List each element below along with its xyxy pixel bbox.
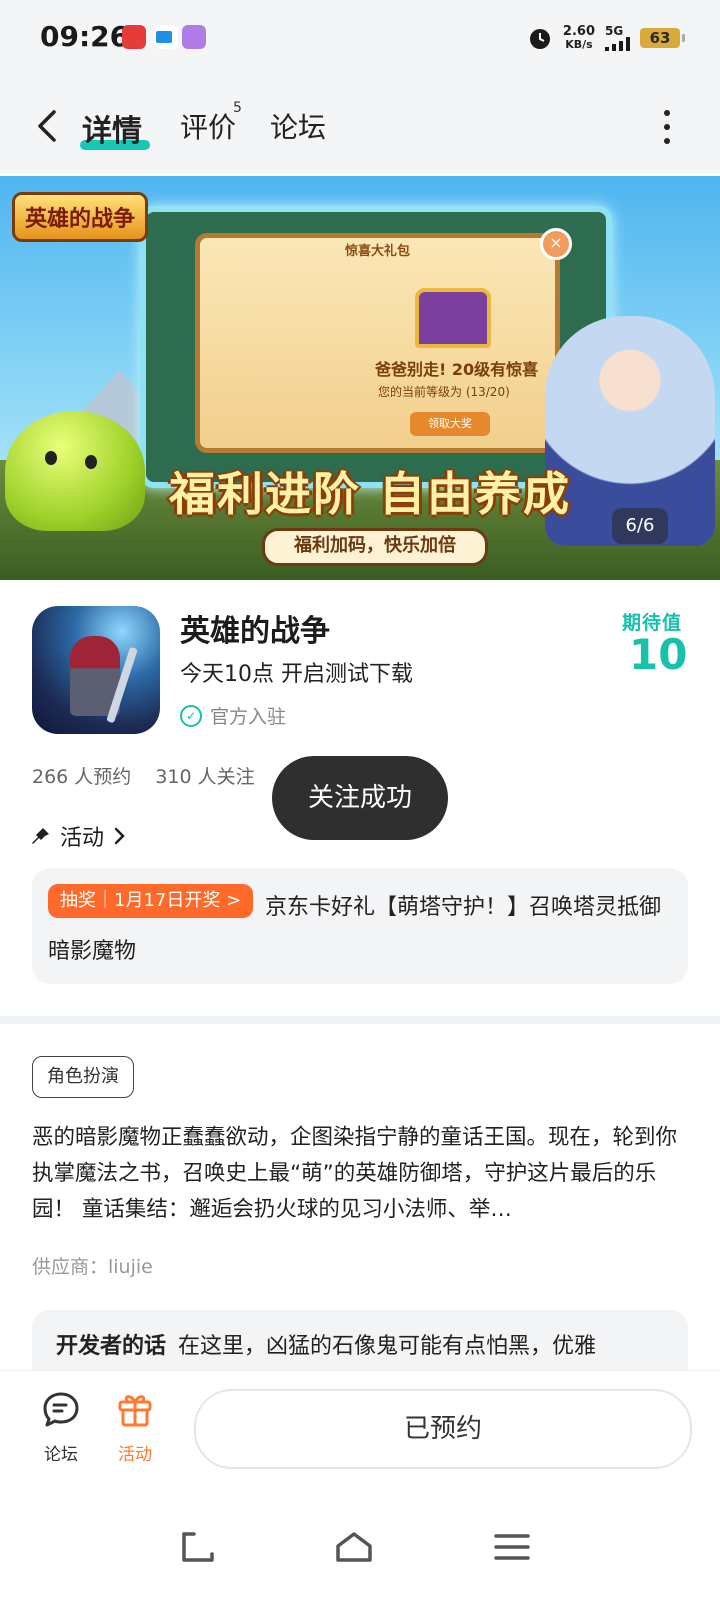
activity-action[interactable]: 活动 — [100, 1389, 170, 1465]
top-nav: 详情 评价 5 论坛 — [0, 78, 720, 174]
alarm-icon — [529, 29, 550, 49]
net-speed-value: 2.60 — [562, 24, 595, 39]
developer-note: 开发者的话 在这里，凶猛的石像鬼可能有点怕黑，优雅 — [56, 1328, 596, 1360]
menu-nav-icon[interactable] — [492, 1530, 532, 1564]
supplier-info: 供应商：liujie — [32, 1256, 153, 1278]
forum-action[interactable]: 论坛 — [26, 1389, 96, 1465]
app-subtitle: 今天10点 开启测试下载 — [180, 662, 413, 687]
app-name: 英雄的战争 — [180, 614, 330, 649]
chevron-right-icon — [114, 827, 125, 845]
popup-line1: 爸爸别走! 20级有惊喜 — [375, 360, 539, 379]
back-icon[interactable] — [30, 106, 66, 146]
activity-text: 京东卡好礼【萌塔守护！】召唤塔灵抵御暗影魔物 — [48, 895, 662, 964]
developer-note-card[interactable]: 开发者的话 在这里，凶猛的石像鬼可能有点怕黑，优雅 — [32, 1310, 688, 1370]
net-speed-unit: KB/s — [565, 38, 593, 51]
app-icon[interactable] — [32, 606, 160, 734]
popup-claim-button: 领取大奖 — [410, 412, 490, 436]
notification-app-icon — [154, 25, 178, 49]
forum-action-label: 论坛 — [44, 1445, 78, 1465]
signal-icon — [605, 37, 630, 51]
network-type: 5G — [605, 24, 624, 38]
official-label: ✓ 官方入驻 — [180, 702, 286, 729]
reserved-button[interactable]: 已预约 — [194, 1389, 692, 1469]
tab-details[interactable]: 详情 — [82, 106, 142, 150]
system-nav-bar — [0, 1490, 720, 1600]
more-icon[interactable] — [662, 110, 672, 144]
promo-banner[interactable]: 惊喜大礼包 爸爸别走! 20级有惊喜 您的当前等级为 (13/20) 领取大奖 … — [0, 176, 720, 580]
signal-group: 5G — [605, 25, 630, 51]
bottom-action-bar: 论坛 活动 已预约 — [0, 1370, 720, 1491]
net-speed: 2.60 KB/s — [563, 25, 595, 51]
activity-heading[interactable]: 活动 — [32, 820, 126, 852]
reservation-count: 266 人预约 — [32, 766, 132, 788]
developer-note-text: 在这里，凶猛的石像鬼可能有点怕黑，优雅 — [178, 1334, 597, 1359]
official-text: 官方入驻 — [210, 706, 287, 728]
treasure-chest-icon — [415, 288, 491, 348]
tab-reviews[interactable]: 评价 — [180, 106, 236, 146]
pin-icon — [32, 828, 49, 844]
battery-level: 63 — [649, 29, 671, 47]
expectation-value: 10 — [629, 630, 688, 679]
section-divider — [0, 1016, 720, 1024]
tab-forum[interactable]: 论坛 — [270, 106, 326, 146]
game-logo: 英雄的战争 — [12, 192, 149, 242]
banner-sub-slogan: 福利加码，快乐加倍 — [262, 528, 488, 566]
battery-icon: 63 — [640, 28, 685, 48]
activity-card[interactable]: 抽奖｜1月17日开奖 > 京东卡好礼【萌塔守护！】召唤塔灵抵御暗影魔物 — [32, 868, 688, 984]
check-circle-icon: ✓ — [180, 704, 202, 727]
gift-icon — [118, 1395, 152, 1427]
status-bar: 09:26 2.60 KB/s 5G 63 — [0, 0, 720, 78]
popup-line2: 您的当前等级为 (13/20) — [378, 385, 510, 399]
game-description[interactable]: 恶的暗影魔物正蠢蠢欲动，企图染指宁静的童话王国。现在，轮到你执掌魔法之书，召唤史… — [32, 1120, 688, 1228]
reviews-count-badge: 5 — [233, 100, 242, 116]
follower-count: 310 人关注 — [155, 766, 255, 788]
status-time: 09:26 — [40, 20, 130, 53]
activity-heading-label: 活动 — [60, 826, 105, 851]
toast-message: 关注成功 — [272, 756, 448, 840]
activity-action-label: 活动 — [118, 1445, 152, 1465]
popup-title: 惊喜大礼包 — [344, 244, 410, 259]
status-right-group: 2.60 KB/s 5G 63 — [527, 20, 685, 56]
close-icon: × — [540, 228, 572, 260]
banner-page-indicator: 6/6 — [612, 508, 668, 544]
chat-bubble-icon — [43, 1392, 79, 1427]
app-stats: 266 人预约 310 人关注 — [32, 762, 255, 789]
banner-popup: 惊喜大礼包 爸爸别走! 20级有惊喜 您的当前等级为 (13/20) 领取大奖 … — [195, 228, 572, 453]
genre-tag[interactable]: 角色扮演 — [32, 1056, 134, 1098]
home-nav-icon[interactable] — [334, 1530, 374, 1564]
back-nav-icon[interactable] — [178, 1530, 218, 1564]
notification-app-icon — [122, 25, 146, 49]
developer-note-title: 开发者的话 — [56, 1334, 167, 1359]
notification-app-icon — [182, 25, 206, 49]
